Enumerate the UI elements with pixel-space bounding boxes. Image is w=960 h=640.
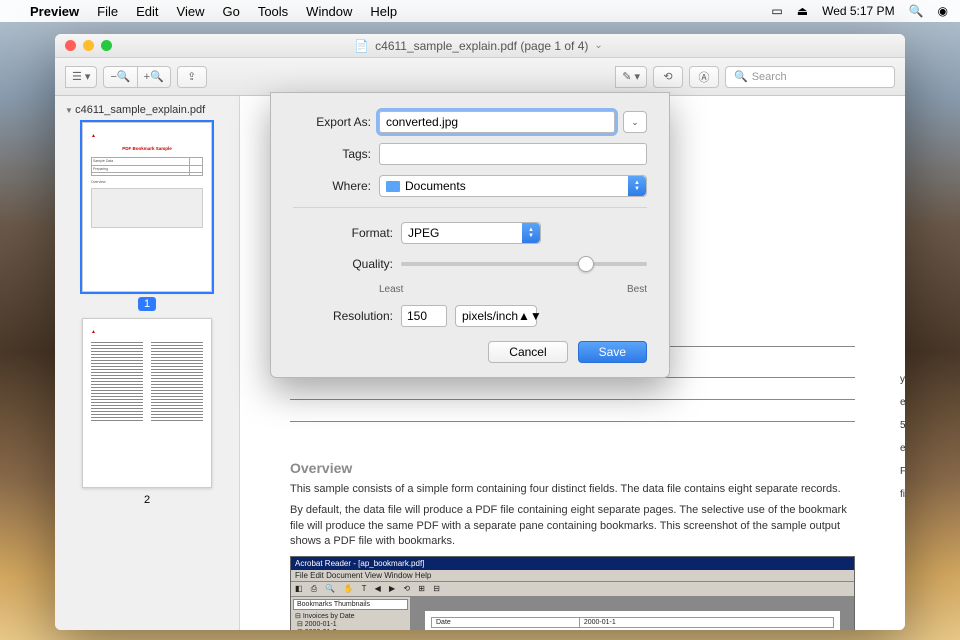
sidebar-toggle-button[interactable]: ☰ ▾ [65,66,97,88]
share-button[interactable]: ⇪ [177,66,207,88]
menubar-clock[interactable]: Wed 5:17 PM [822,4,894,18]
menu-go[interactable]: Go [222,4,239,19]
tags-label: Tags: [293,147,371,161]
save-button[interactable]: Save [578,341,647,363]
format-label: Format: [293,226,393,240]
doc-paragraph: This sample consists of a simple form co… [290,482,855,497]
quality-best-label: Best [627,284,647,295]
menu-file[interactable]: File [97,4,118,19]
toolbar: ☰ ▾ −🔍 +🔍 ⇪ ✎ ▾ ⟲ Ⓐ 🔍 Search [55,58,905,96]
doc-paragraph: By default, the data file will produce a… [290,503,855,549]
document-icon: 📄 [354,39,369,53]
window-title[interactable]: 📄 c4611_sample_explain.pdf (page 1 of 4)… [112,39,845,53]
embedded-screenshot: Acrobat Reader - [ap_bookmark.pdf] File … [290,556,855,630]
expand-dialog-button[interactable]: ⌄ [623,111,647,133]
quality-least-label: Least [379,284,403,295]
zoom-button[interactable] [101,40,112,51]
close-button[interactable] [65,40,76,51]
menu-window[interactable]: Window [306,4,352,19]
search-icon: 🔍 [734,70,748,83]
export-filename-input[interactable] [379,111,615,133]
quality-label: Quality: [293,257,393,271]
quality-slider[interactable] [401,254,647,274]
markup-button[interactable]: Ⓐ [689,66,719,88]
where-label: Where: [293,179,371,193]
search-field[interactable]: 🔍 Search [725,66,895,88]
menu-edit[interactable]: Edit [136,4,158,19]
page-thumbnail-1[interactable]: ▲ PDF Bookmark Sample Sample DataPrepari… [82,122,212,310]
thumbnail-sidebar: c4611_sample_explain.pdf ▲ PDF Bookmark … [55,96,240,630]
menu-help[interactable]: Help [370,4,397,19]
peeking-table-cells: y er 5.4 e. F file. [900,368,905,506]
where-select[interactable]: Documents ▲▼ [379,175,647,197]
rotate-button[interactable]: ⟲ [653,66,683,88]
siri-icon[interactable]: ◉ [938,4,948,18]
system-menubar: Preview File Edit View Go Tools Window H… [0,0,960,22]
spotlight-icon[interactable]: 🔍 [909,4,924,18]
export-dialog: Export As: ⌄ Tags: Where: Documents ▲▼ F… [270,92,670,378]
menu-tools[interactable]: Tools [258,4,288,19]
resolution-input[interactable] [401,305,447,327]
highlight-button[interactable]: ✎ ▾ [615,66,647,88]
app-menu[interactable]: Preview [30,4,79,19]
format-select[interactable]: JPEG ▲▼ [401,222,541,244]
cancel-button[interactable]: Cancel [488,341,567,363]
window-titlebar[interactable]: 📄 c4611_sample_explain.pdf (page 1 of 4)… [55,34,905,58]
eject-icon[interactable]: ⏏ [797,4,808,18]
tags-input[interactable] [379,143,647,165]
zoom-out-button[interactable]: −🔍 [103,66,137,88]
chevron-down-icon: ⌄ [594,40,602,51]
doc-heading-overview: Overview [290,460,855,476]
resolution-unit-select[interactable]: pixels/inch ▲▼ [455,305,537,327]
menu-view[interactable]: View [177,4,205,19]
sidebar-filename[interactable]: c4611_sample_explain.pdf [65,104,229,116]
resolution-label: Resolution: [293,309,393,323]
export-as-label: Export As: [293,115,371,129]
zoom-in-button[interactable]: +🔍 [137,66,171,88]
minimize-button[interactable] [83,40,94,51]
page-thumbnail-2[interactable]: ▲ 2 [82,318,212,506]
folder-icon [386,181,400,192]
airplay-icon[interactable]: ▭ [771,4,782,18]
